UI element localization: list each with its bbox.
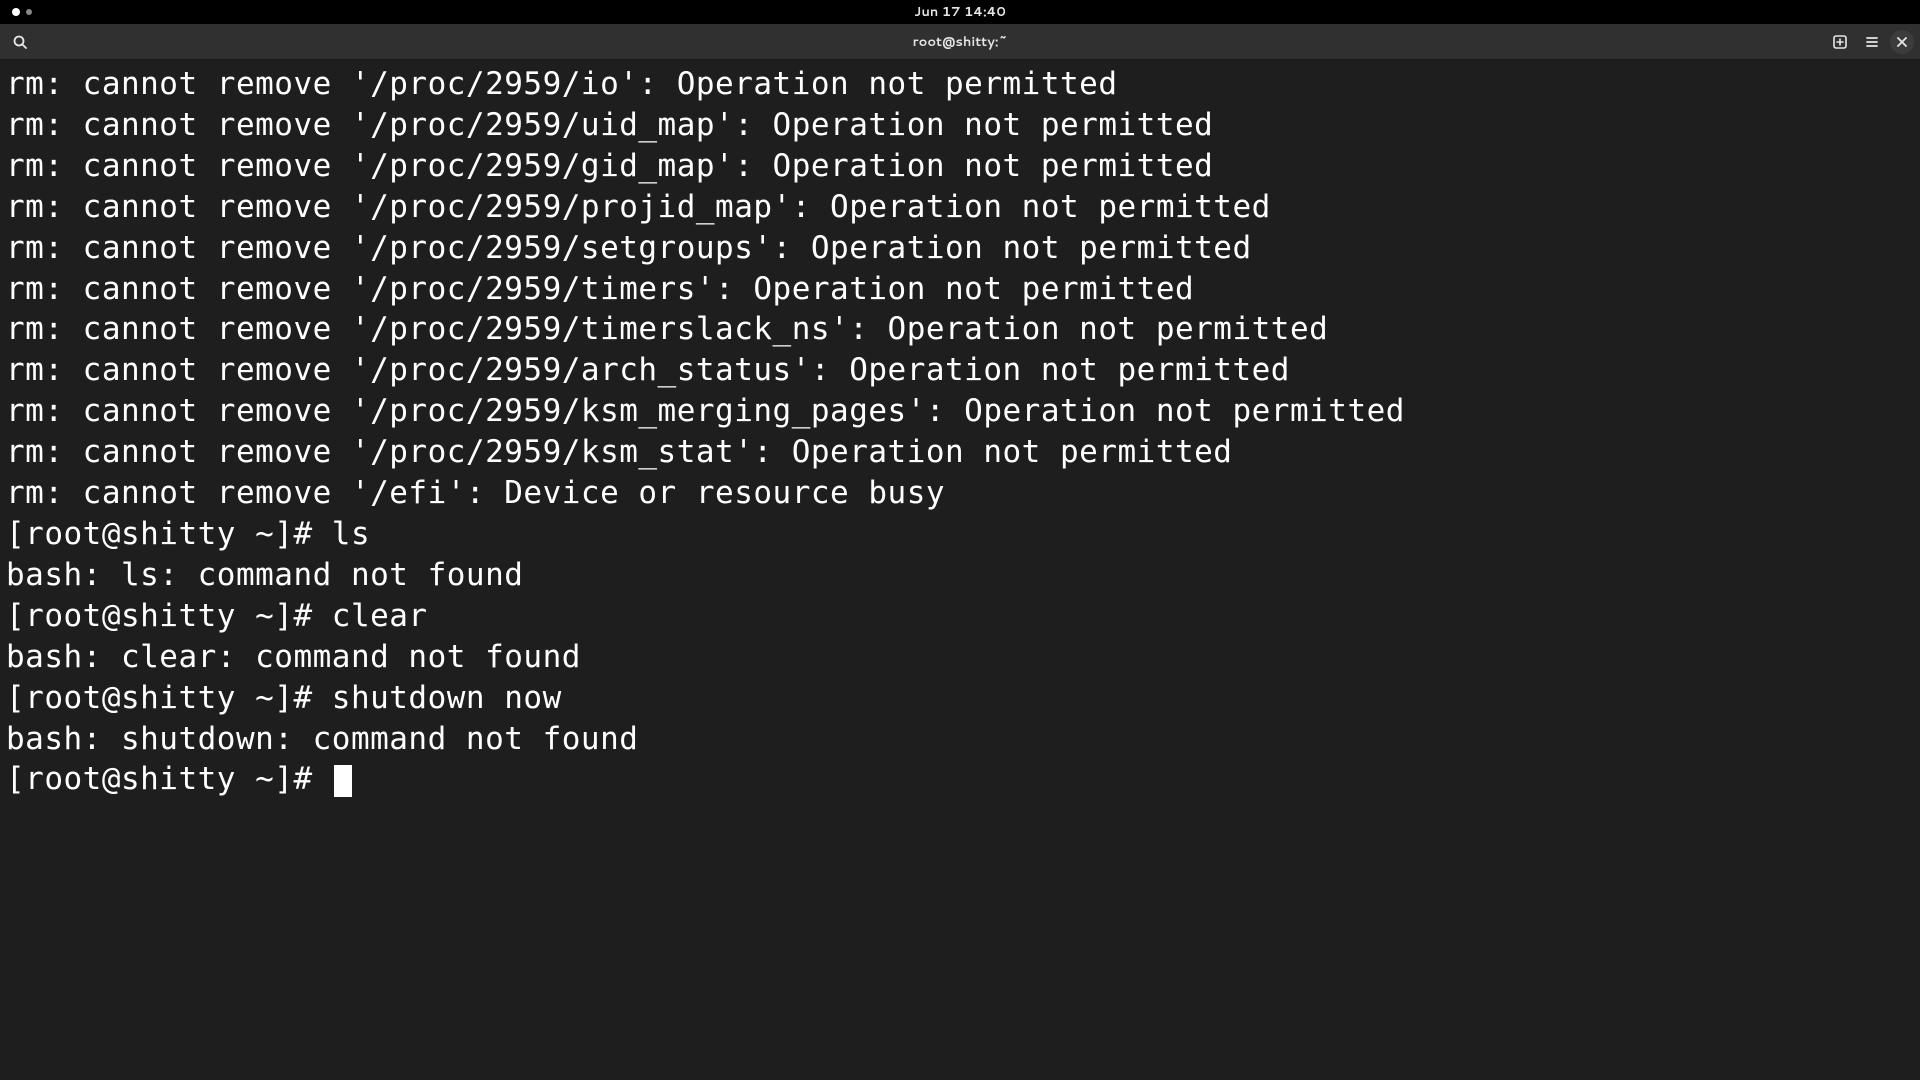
window-title: root@shitty:~ <box>913 33 1008 51</box>
terminal-viewport[interactable]: rm: cannot remove '/proc/2959/io': Opera… <box>0 60 1920 1080</box>
hamburger-icon <box>1864 34 1880 50</box>
terminal-line: rm: cannot remove '/proc/2959/timerslack… <box>6 309 1914 350</box>
terminal-line: rm: cannot remove '/proc/2959/ksm_mergin… <box>6 391 1914 432</box>
close-button[interactable] <box>1890 30 1914 54</box>
terminal-line: rm: cannot remove '/proc/2959/arch_statu… <box>6 350 1914 391</box>
terminal-line: rm: cannot remove '/proc/2959/uid_map': … <box>6 105 1914 146</box>
window-headerbar: root@shitty:~ <box>0 24 1920 60</box>
activities-indicator[interactable] <box>12 8 32 16</box>
terminal-line: [root@shitty ~]# clear <box>6 596 1914 637</box>
terminal-line: bash: clear: command not found <box>6 637 1914 678</box>
terminal-line: rm: cannot remove '/proc/2959/gid_map': … <box>6 146 1914 187</box>
terminal-line: rm: cannot remove '/proc/2959/io': Opera… <box>6 64 1914 105</box>
terminal-line: [root@shitty ~]# shutdown now <box>6 678 1914 719</box>
new-tab-icon <box>1832 34 1848 50</box>
terminal-prompt-line[interactable]: [root@shitty ~]# <box>6 759 1914 800</box>
system-topbar: Jun 17 14:40 <box>0 0 1920 24</box>
terminal-line: rm: cannot remove '/proc/2959/timers': O… <box>6 269 1914 310</box>
terminal-line: rm: cannot remove '/proc/2959/setgroups'… <box>6 228 1914 269</box>
search-icon <box>12 34 28 50</box>
new-tab-button[interactable] <box>1826 28 1854 56</box>
close-icon <box>1897 37 1907 47</box>
terminal-line: bash: ls: command not found <box>6 555 1914 596</box>
terminal-cursor <box>334 765 353 798</box>
activities-dot-icon <box>12 8 20 16</box>
terminal-line: [root@shitty ~]# ls <box>6 514 1914 555</box>
clock[interactable]: Jun 17 14:40 <box>914 3 1006 21</box>
terminal-line: rm: cannot remove '/proc/2959/ksm_stat':… <box>6 432 1914 473</box>
terminal-line: rm: cannot remove '/proc/2959/projid_map… <box>6 187 1914 228</box>
menu-button[interactable] <box>1858 28 1886 56</box>
terminal-line: rm: cannot remove '/efi': Device or reso… <box>6 473 1914 514</box>
workspace-dot-icon <box>26 9 32 15</box>
terminal-line: bash: shutdown: command not found <box>6 719 1914 760</box>
search-button[interactable] <box>6 28 34 56</box>
